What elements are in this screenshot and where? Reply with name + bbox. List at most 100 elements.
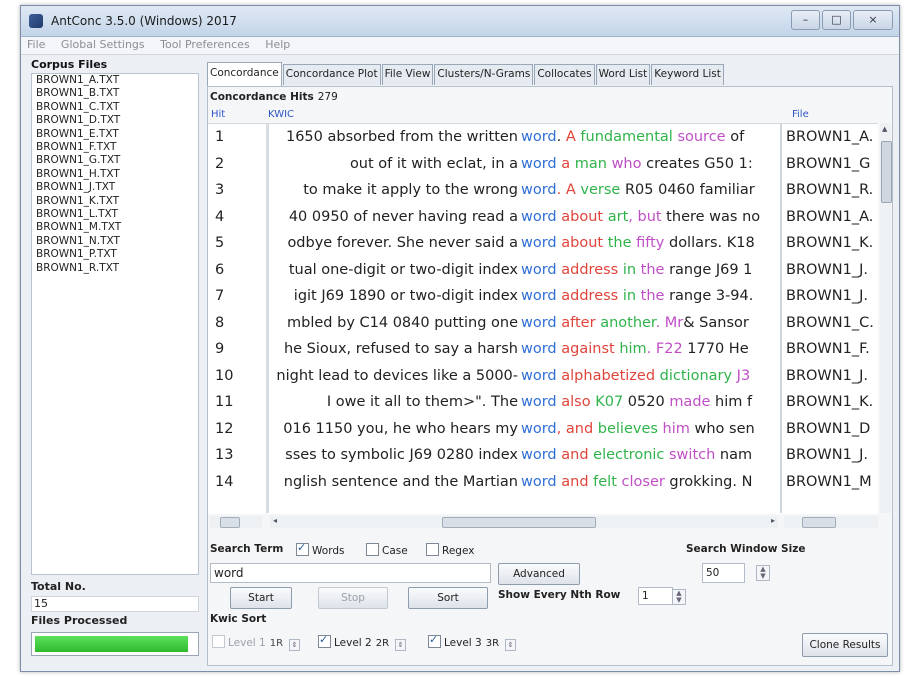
column-header-hit[interactable]: Hit: [211, 109, 225, 120]
keyword-hit[interactable]: word: [521, 156, 557, 172]
level-1-checkbox[interactable]: [212, 635, 225, 648]
menu-global-settings[interactable]: Global Settings: [55, 37, 151, 52]
keyword-hit[interactable]: word: [521, 341, 557, 357]
search-term-input[interactable]: word: [210, 563, 491, 583]
table-row[interactable]: 2 out of it with eclat, in a word a man w…: [208, 153, 878, 175]
column-divider[interactable]: [266, 123, 269, 513]
case-option[interactable]: Case: [366, 543, 408, 557]
corpus-file-item[interactable]: BROWN1_E.TXT: [32, 128, 198, 141]
level-2-value[interactable]: 2R: [376, 638, 389, 649]
keyword-hit[interactable]: word: [521, 421, 557, 437]
tab-clusters-n-grams[interactable]: Clusters/N-Grams: [434, 64, 534, 85]
column-header-file[interactable]: File: [792, 109, 809, 120]
vertical-scroll-thumb[interactable]: [881, 141, 892, 203]
level-3-checkbox[interactable]: [428, 633, 441, 648]
level-2-sort[interactable]: Level 2 2R ⇕: [318, 633, 407, 651]
case-checkbox[interactable]: [366, 543, 379, 556]
level-2-checkbox[interactable]: [318, 633, 331, 648]
level-2-spinner[interactable]: ⇕: [395, 639, 407, 651]
nth-row-field[interactable]: 1: [638, 587, 673, 605]
corpus-file-item[interactable]: BROWN1_N.TXT: [32, 235, 198, 248]
file-name-cell[interactable]: BROWN1_C.: [782, 312, 882, 334]
file-name-cell[interactable]: BROWN1_J.: [782, 365, 882, 387]
file-name-cell[interactable]: BROWN1_J.: [782, 259, 882, 281]
table-row[interactable]: 1 1650 absorbed from the written word. A …: [208, 126, 878, 148]
search-window-spinner[interactable]: ▲ ▼: [756, 565, 770, 581]
table-row[interactable]: 11 I owe it all to them>". The word also …: [208, 391, 878, 413]
regex-checkbox[interactable]: [426, 543, 439, 556]
file-name-cell[interactable]: BROWN1_G: [782, 153, 882, 175]
menu-tool-preferences[interactable]: Tool Preferences: [154, 37, 256, 52]
corpus-file-item[interactable]: BROWN1_H.TXT: [32, 168, 198, 181]
keyword-hit[interactable]: word: [521, 394, 557, 410]
keyword-hit[interactable]: word: [521, 182, 557, 198]
table-row[interactable]: 4 40 0950 of never having read a word abo…: [208, 206, 878, 228]
tab-concordance-plot[interactable]: Concordance Plot: [282, 64, 381, 85]
table-row[interactable]: 5 odbye forever. She never said a word ab…: [208, 232, 878, 254]
file-name-cell[interactable]: BROWN1_D: [782, 418, 882, 440]
file-name-cell[interactable]: BROWN1_J.: [782, 285, 882, 307]
level-3-spinner[interactable]: ⇕: [505, 639, 517, 651]
tab-word-list[interactable]: Word List: [595, 64, 651, 85]
column-header-kwic[interactable]: KWIC: [268, 109, 294, 120]
hit-column-scrollbar[interactable]: [210, 516, 262, 528]
table-row[interactable]: 12 016 1150 you, he who hears my word, an…: [208, 418, 878, 440]
corpus-file-item[interactable]: BROWN1_A.TXT: [32, 74, 198, 87]
sort-button[interactable]: Sort: [408, 587, 488, 609]
file-name-cell[interactable]: BROWN1_F.: [782, 338, 882, 360]
keyword-hit[interactable]: word: [521, 447, 557, 463]
scroll-right-icon[interactable]: ▸: [771, 516, 775, 525]
kwic-scroll-thumb[interactable]: [442, 517, 596, 528]
scroll-thumb[interactable]: [220, 517, 240, 528]
file-name-cell[interactable]: BROWN1_K.: [782, 391, 882, 413]
table-row[interactable]: 14 nglish sentence and the Martian word a…: [208, 471, 878, 493]
file-name-cell[interactable]: BROWN1_K.: [782, 232, 882, 254]
level-3-value[interactable]: 3R: [486, 638, 499, 649]
scroll-up-icon[interactable]: ▲: [882, 125, 887, 133]
minimize-button[interactable]: –: [791, 10, 820, 30]
advanced-button[interactable]: Advanced: [498, 563, 580, 585]
corpus-file-item[interactable]: BROWN1_J.TXT: [32, 181, 198, 194]
table-row[interactable]: 3 to make it apply to the wrong word. A v…: [208, 179, 878, 201]
file-name-cell[interactable]: BROWN1_M: [782, 471, 882, 493]
words-checkbox[interactable]: [296, 541, 309, 556]
column-divider[interactable]: [780, 123, 782, 513]
table-row[interactable]: 9 he Sioux, refused to say a harsh word a…: [208, 338, 878, 360]
keyword-hit[interactable]: word: [521, 262, 557, 278]
file-name-cell[interactable]: BROWN1_A.: [782, 206, 882, 228]
level-1-spinner[interactable]: ⇕: [289, 639, 301, 651]
corpus-file-item[interactable]: BROWN1_P.TXT: [32, 248, 198, 261]
keyword-hit[interactable]: word: [521, 209, 557, 225]
file-name-cell[interactable]: BROWN1_A.: [782, 126, 882, 148]
corpus-file-item[interactable]: BROWN1_L.TXT: [32, 208, 198, 221]
corpus-file-item[interactable]: BROWN1_G.TXT: [32, 154, 198, 167]
corpus-file-item[interactable]: BROWN1_D.TXT: [32, 114, 198, 127]
tab-collocates[interactable]: Collocates: [534, 64, 595, 85]
table-row[interactable]: 6 tual one-digit or two-digit index word …: [208, 259, 878, 281]
file-name-cell[interactable]: BROWN1_R.: [782, 179, 882, 201]
corpus-file-list[interactable]: BROWN1_A.TXT BROWN1_B.TXT BROWN1_C.TXT BROW…: [31, 73, 199, 575]
maximize-button[interactable]: □: [822, 10, 851, 30]
clone-results-button[interactable]: Clone Results: [802, 633, 888, 657]
menu-help[interactable]: Help: [259, 37, 296, 52]
search-window-size-field[interactable]: 50: [702, 563, 745, 583]
keyword-hit[interactable]: word: [521, 315, 557, 331]
corpus-file-item[interactable]: BROWN1_F.TXT: [32, 141, 198, 154]
corpus-file-item[interactable]: BROWN1_C.TXT: [32, 101, 198, 114]
file-name-cell[interactable]: BROWN1_J.: [782, 444, 882, 466]
words-option[interactable]: Words: [296, 541, 344, 557]
menu-file[interactable]: File: [21, 37, 51, 52]
start-button[interactable]: Start: [230, 587, 292, 609]
keyword-hit[interactable]: word: [521, 474, 557, 490]
concordance-table[interactable]: 1 1650 absorbed from the written word. A …: [208, 123, 878, 514]
table-row[interactable]: 7 igit J69 1890 or two-digit index word a…: [208, 285, 878, 307]
regex-option[interactable]: Regex: [426, 543, 474, 557]
keyword-hit[interactable]: word: [521, 368, 557, 384]
corpus-file-item[interactable]: BROWN1_B.TXT: [32, 87, 198, 100]
vertical-scrollbar[interactable]: ▲: [880, 123, 892, 513]
file-column-scrollbar[interactable]: [784, 516, 878, 528]
table-row[interactable]: 10 night lead to devices like a 5000- word…: [208, 365, 878, 387]
table-row[interactable]: 13 sses to symbolic J69 0280 index word a…: [208, 444, 878, 466]
level-1-sort[interactable]: Level 1 1R ⇕: [212, 635, 301, 651]
tab-concordance[interactable]: Concordance: [207, 62, 282, 86]
